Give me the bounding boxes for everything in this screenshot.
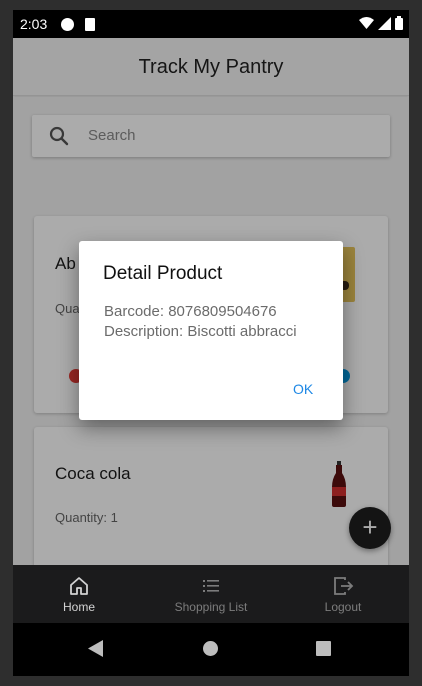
cell-signal-icon — [378, 16, 391, 30]
modal-scrim-bottom[interactable] — [13, 565, 409, 623]
back-icon[interactable] — [88, 640, 104, 657]
status-time: 2:03 — [20, 16, 48, 32]
screen: 2:03 Track My Pantry Search Ab Qua Coca … — [13, 10, 409, 676]
dialog-title: Detail Product — [103, 263, 223, 284]
battery-icon — [395, 16, 403, 30]
system-navigation-bar — [13, 623, 409, 676]
ok-button[interactable]: OK — [293, 381, 313, 397]
detail-product-dialog: Detail Product Barcode: 8076809504676 De… — [79, 241, 343, 420]
sd-card-icon — [85, 18, 95, 31]
notification-app-icon — [61, 18, 74, 31]
dialog-barcode: Barcode: 8076809504676 — [104, 303, 277, 320]
dialog-description: Description: Biscotti abbracci — [104, 323, 297, 340]
status-bar: 2:03 — [13, 10, 409, 38]
system-icons — [359, 16, 403, 30]
home-button-icon[interactable] — [203, 641, 218, 656]
wifi-icon — [359, 16, 374, 29]
device-frame: 2:03 Track My Pantry Search Ab Qua Coca … — [0, 0, 422, 686]
recents-icon[interactable] — [316, 641, 331, 656]
